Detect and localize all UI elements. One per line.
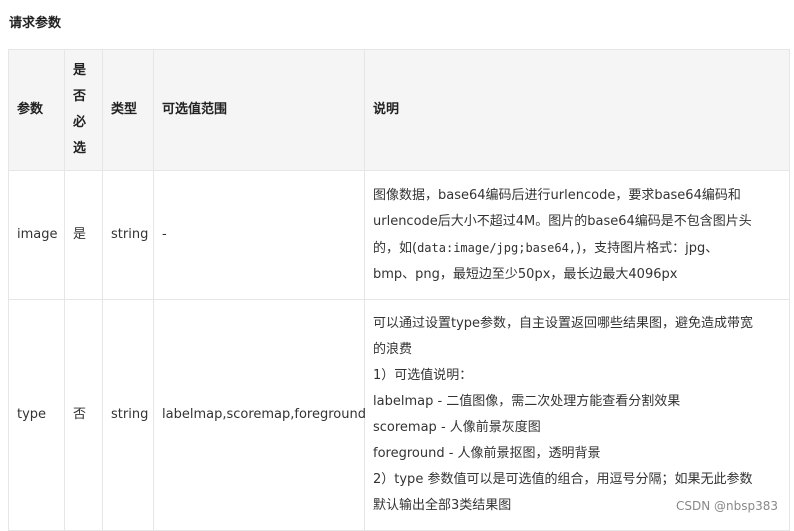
desc-line: bmp、png，最短边至少50px，最长边最大4096px: [373, 266, 678, 282]
cell-param: image: [8, 170, 65, 300]
header-required: 是 否 必 选: [64, 49, 103, 171]
desc-line: 的浪费: [373, 342, 413, 357]
desc-text: )，支持图片格式：jpg、: [576, 240, 719, 256]
section-title: 请求参数: [9, 16, 62, 31]
cell-required: 否: [64, 299, 103, 531]
table-row: type 否 string labelmap,scoremap,foregrou…: [8, 299, 790, 531]
desc-text: 的，如(: [373, 240, 418, 256]
header-desc: 说明: [364, 49, 790, 171]
cell-range: -: [153, 170, 365, 300]
header-param: 参数: [8, 49, 65, 171]
cell-type: string: [102, 299, 154, 531]
desc-line: scoremap - 人像前景灰度图: [373, 420, 541, 435]
desc-line: 图像数据，base64编码后进行urlencode，要求base64编码和: [373, 187, 741, 203]
desc-line: 1）可选值说明：: [373, 368, 473, 383]
table-header-row: 参数 是 否 必 选 类型 可选值范围 说明: [8, 49, 790, 171]
cell-param: type: [8, 299, 65, 531]
header-required-char: 否: [73, 89, 87, 104]
header-range: 可选值范围: [153, 49, 365, 171]
header-required-char: 必: [73, 115, 87, 130]
header-required-char: 选: [73, 141, 87, 156]
desc-line: foreground - 人像前景抠图，透明背景: [373, 446, 601, 461]
desc-line: 2）type 参数值可以是可选值的组合，用逗号分隔；如果无此参数: [373, 472, 753, 487]
header-required-char: 是: [73, 63, 87, 78]
cell-desc: 可以通过设置type参数，自主设置返回哪些结果图，避免造成带宽 的浪费 1）可选…: [364, 299, 790, 531]
desc-line: 可以通过设置type参数，自主设置返回哪些结果图，避免造成带宽: [373, 316, 754, 331]
params-table: 参数 是 否 必 选 类型 可选值范围 说明 image 是 string - …: [8, 49, 790, 531]
desc-line: 的，如(data:image/jpg;base64,)，支持图片格式：jpg、: [373, 235, 781, 262]
table-row: image 是 string - 图像数据，base64编码后进行urlenco…: [8, 170, 790, 300]
desc-line: labelmap - 二值图像，需二次处理方能查看分割效果: [373, 394, 681, 409]
watermark: CSDN @nbsp383: [675, 499, 778, 513]
cell-required: 是: [64, 170, 103, 300]
cell-type: string: [102, 170, 154, 300]
cell-range: labelmap,scoremap,foreground: [153, 299, 366, 531]
inline-code: data:image/jpg;base64,: [417, 240, 577, 255]
desc-line: urlencode后大小不超过4M。图片的base64编码是不包含图片头: [373, 213, 752, 229]
cell-desc: 图像数据，base64编码后进行urlencode，要求base64编码和 ur…: [364, 170, 790, 300]
header-type: 类型: [102, 49, 154, 171]
